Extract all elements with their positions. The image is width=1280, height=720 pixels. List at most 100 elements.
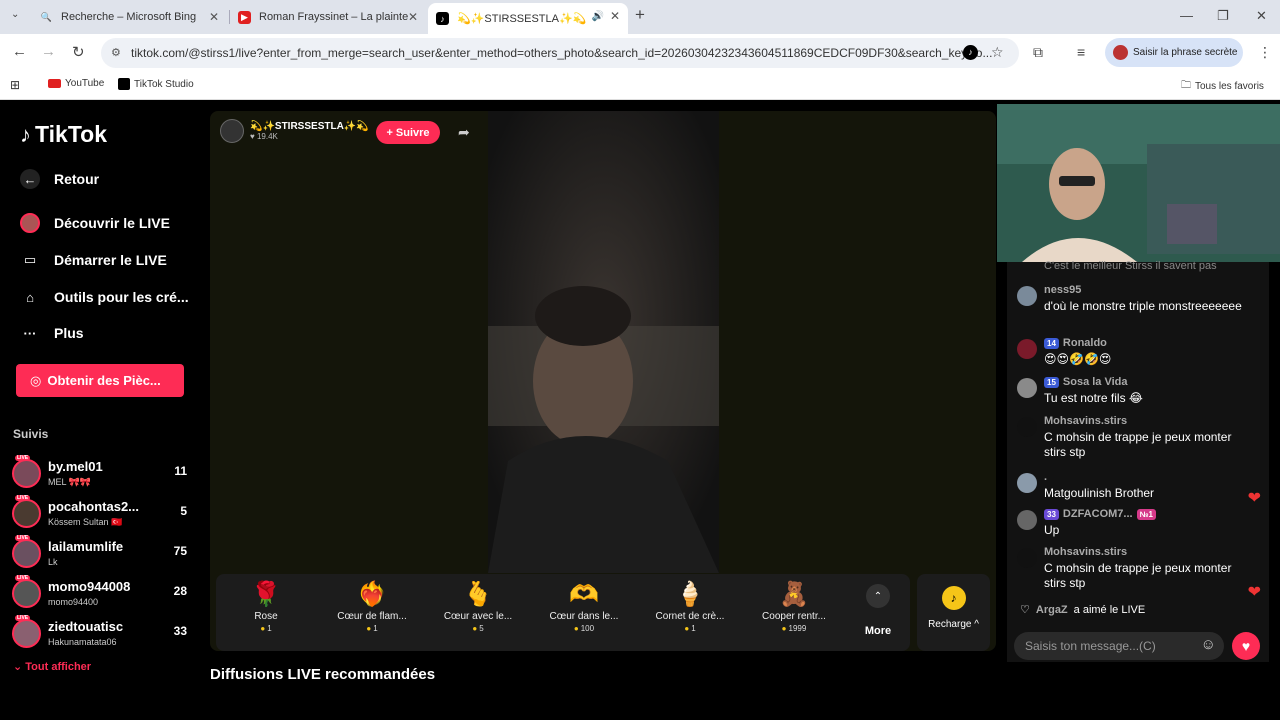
bookmark-youtube[interactable]: YouTube	[48, 78, 104, 89]
get-coins-button[interactable]: ◎ Obtenir des Pièc...	[16, 364, 184, 397]
avatar	[12, 619, 41, 648]
close-icon[interactable]: ✕	[209, 10, 219, 24]
host-info[interactable]: 💫✨STIRSSESTLA✨💫 ♥ 19.4K	[220, 119, 369, 143]
gift-rose[interactable]: 🌹 Rose 1	[216, 579, 316, 633]
chat-text: Up	[1044, 523, 1060, 537]
like-button[interactable]: ♥	[1232, 632, 1260, 660]
address-bar[interactable]: ⚙ tiktok.com/@stirss1/live?enter_from_me…	[101, 38, 1019, 68]
menu-label: Découvrir le LIVE	[54, 215, 170, 231]
gift-name: Cornet de crè...	[655, 611, 725, 622]
site-info-icon[interactable]: ⚙	[111, 46, 121, 59]
see-all-link[interactable]: ⌄ Tout afficher	[13, 660, 91, 673]
gift-finger-heart[interactable]: 🫰 Cœur avec le... 5	[428, 579, 528, 633]
back-arrow-icon: ←	[20, 169, 40, 189]
recharge-button[interactable]: ♪ Recharge ^	[917, 574, 990, 651]
avatar[interactable]	[1017, 548, 1037, 568]
gift-hand-heart[interactable]: 🫶 Cœur dans le... 100	[534, 579, 634, 633]
host-likes-count: 19.4K	[256, 132, 278, 141]
chat-input[interactable]: Saisis ton message...(C) ☺	[1014, 632, 1224, 660]
liked-user[interactable]: ArgaZ	[1036, 604, 1068, 616]
menu-discover-live[interactable]: Découvrir le LIVE	[20, 213, 170, 233]
close-window-button[interactable]: ✕	[1256, 8, 1267, 24]
following-sub: Kössem Sultan 🇹🇷	[48, 517, 123, 527]
gift-ice-cream[interactable]: 🍦 Cornet de crè... 1	[640, 579, 740, 633]
bookmarks-bar: ⊞ YouTube TikTok Studio 🗀 Tous les favor…	[0, 72, 1280, 100]
gift-price: 1999	[744, 624, 844, 633]
bookmark-tiktok-studio[interactable]: TikTok Studio	[118, 78, 194, 90]
more-icon: ···	[23, 325, 37, 341]
chat-message: 14 Ronaldo 😍😍🤣🤣😍	[1017, 337, 1261, 371]
following-item[interactable]: LIVE momo944008 momo94400 28	[12, 575, 187, 613]
gift-price: 100	[534, 624, 634, 633]
chat-user[interactable]: 14 Ronaldo	[1044, 337, 1107, 349]
chat-username: DZFACOM7...	[1062, 508, 1133, 520]
heart-icon: ❤	[1247, 584, 1261, 601]
chat-user[interactable]: 15 Sosa la Vida	[1044, 376, 1128, 388]
chat-user[interactable]: .	[1044, 471, 1047, 483]
webcam-overlay	[997, 104, 1280, 262]
share-icon[interactable]: ➦	[458, 124, 470, 141]
live-stage[interactable]: 💫✨STIRSSESTLA✨💫 ♥ 19.4K + Suivre ➦ 🌹 Ros…	[210, 111, 996, 651]
avatar[interactable]	[1017, 286, 1037, 306]
menu-start-live[interactable]: ▭ Démarrer le LIVE	[20, 250, 167, 270]
close-icon[interactable]: ✕	[408, 10, 418, 24]
media-icon[interactable]: ≡	[1077, 44, 1085, 60]
back-link[interactable]: ← Retour	[20, 169, 99, 189]
all-favorites[interactable]: 🗀 Tous les favoris	[1181, 78, 1264, 95]
chat-user[interactable]: 33 DZFACOM7... №1	[1044, 508, 1156, 520]
secret-phrase-button[interactable]: Saisir la phrase secrète	[1105, 38, 1243, 67]
secret-label: Saisir la phrase secrète	[1133, 47, 1238, 58]
menu-creator-tools[interactable]: ⌂ Outils pour les cré...	[20, 287, 189, 307]
tab-tiktok-live[interactable]: ♪ 💫✨STIRSSESTLA✨💫 ( 🔊 ✕	[428, 3, 628, 34]
coin-icon: ◎	[30, 372, 42, 388]
chat-user[interactable]: ness95	[1044, 284, 1081, 296]
chat-text: C mohsin de trappe je peux monter stirs …	[1044, 561, 1232, 590]
avatar[interactable]	[1017, 510, 1037, 530]
chat-user[interactable]: Mohsavins.stirs	[1044, 546, 1127, 558]
menu-icon[interactable]: ⋮	[1258, 44, 1272, 61]
avatar[interactable]	[1017, 417, 1037, 437]
maximize-button[interactable]: ❐	[1217, 8, 1229, 24]
gift-name: Cœur dans le...	[549, 611, 619, 622]
menu-more[interactable]: ··· Plus	[20, 323, 84, 343]
back-arrow-icon[interactable]: ←	[12, 43, 27, 60]
gift-name: Cœur de flam...	[337, 611, 407, 622]
level-badge: 14	[1044, 337, 1059, 349]
close-icon[interactable]: ✕	[610, 9, 620, 23]
gift-cooper[interactable]: 🧸 Cooper rentr... 1999	[744, 579, 844, 633]
tiktok-extension-icon[interactable]: ♪	[963, 45, 978, 60]
following-item[interactable]: LIVE by.mel01 MEL 🎀🎀 11	[12, 455, 187, 493]
chat-user[interactable]: Mohsavins.stirs	[1044, 415, 1127, 427]
tiktok-icon: ♪	[436, 12, 449, 25]
avatar[interactable]	[1017, 473, 1037, 493]
tab-title: 💫✨STIRSSESTLA✨💫 (	[457, 13, 587, 25]
extensions-icon[interactable]: ⧉	[1033, 44, 1043, 61]
follow-button[interactable]: + Suivre	[376, 121, 440, 144]
gift-bar: 🌹 Rose 1 ❤️‍🔥 Cœur de flam... 1 🫰 Cœur a…	[216, 574, 910, 651]
new-tab-button[interactable]: +	[635, 5, 645, 25]
gift-price: 1	[216, 624, 316, 633]
speaker-icon[interactable]: 🔊	[592, 11, 604, 22]
following-name: pocahontas2...	[48, 499, 140, 514]
reload-icon[interactable]: ↻	[72, 43, 85, 61]
avatar[interactable]	[1017, 378, 1037, 398]
chat-username: Ronaldo	[1062, 337, 1107, 349]
tab-youtube[interactable]: ▶ Roman Frayssinet – La plainte ✕	[230, 4, 426, 30]
tab-search-icon[interactable]: ⌄	[11, 9, 19, 20]
avatar[interactable]	[1017, 339, 1037, 359]
more-gifts-button[interactable]: ⌃ More	[852, 584, 904, 637]
tiktok-logo[interactable]: ♪ TikTok	[20, 121, 107, 148]
emoji-icon[interactable]: ☺	[1201, 636, 1216, 653]
following-item[interactable]: LIVE ziedtouatisc Hakunamatata06 33	[12, 615, 187, 653]
minimize-button[interactable]: —	[1180, 8, 1193, 23]
apps-icon[interactable]: ⊞	[10, 78, 20, 92]
following-item[interactable]: LIVE pocahontas2... Kössem Sultan 🇹🇷 5	[12, 495, 187, 533]
following-sub: MEL 🎀🎀	[48, 477, 92, 487]
following-item[interactable]: LIVE lailamumlife Lk 75	[12, 535, 187, 573]
tab-bing[interactable]: 🔍 Recherche – Microsoft Bing ✕	[32, 4, 227, 30]
ice-cream-icon: 🍦	[675, 581, 705, 608]
live-video[interactable]	[488, 111, 719, 573]
gift-flame-heart[interactable]: ❤️‍🔥 Cœur de flam... 1	[322, 579, 422, 633]
star-icon[interactable]: ☆	[991, 44, 1004, 61]
forward-arrow-icon[interactable]: →	[41, 43, 56, 60]
